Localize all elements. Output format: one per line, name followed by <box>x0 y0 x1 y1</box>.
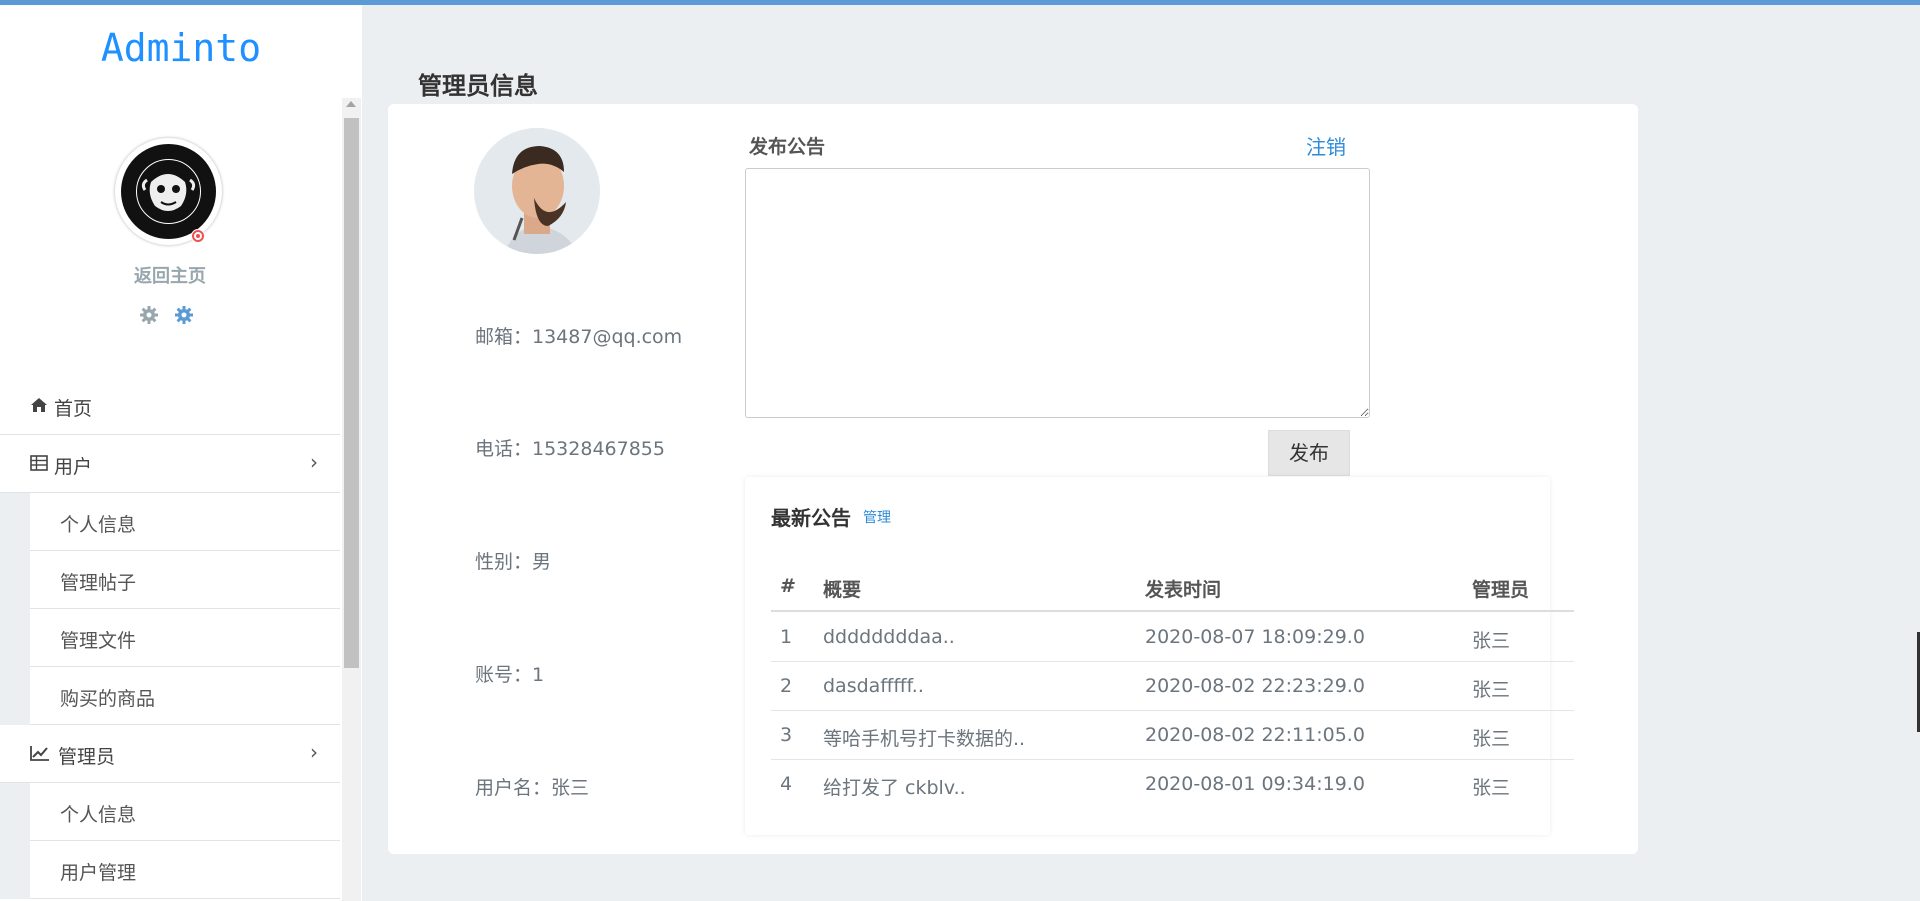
sidebar-subitem-label: 个人信息 <box>60 514 137 536</box>
row-admin: 张三 <box>1472 777 1511 799</box>
home-link[interactable]: 返回主页 <box>0 262 340 288</box>
row-admin: 张三 <box>1472 728 1511 750</box>
sidebar-item-label: 首页 <box>54 398 93 420</box>
status-icon <box>191 229 205 243</box>
row-summary: ddddddddaa.. <box>823 626 955 648</box>
sidebar-item-admin[interactable]: 管理员 › <box>0 725 340 783</box>
email-text: 邮箱：13487@qq.com <box>475 326 683 348</box>
table-row[interactable]: 3 等哈手机号打卡数据的.. 2020-08-02 22:11:05.0 张三 <box>771 710 1574 760</box>
column-header-summary: 概要 <box>823 579 862 601</box>
row-number: 2 <box>780 675 793 697</box>
column-header-time: 发表时间 <box>1145 579 1222 601</box>
gear-icon[interactable] <box>139 305 159 329</box>
table-row[interactable]: 1 ddddddddaa.. 2020-08-07 18:09:29.0 张三 <box>771 612 1574 662</box>
app-logo[interactable]: Adminto <box>0 26 362 70</box>
chevron-right-icon: › <box>310 740 318 764</box>
sidebar-item-label: 用户 <box>54 456 93 478</box>
row-summary: 给打发了 ckblv.. <box>823 777 966 799</box>
chevron-right-icon: › <box>310 450 318 474</box>
avatar-image <box>121 144 216 239</box>
sidebar-item-home[interactable]: 首页 <box>0 377 340 435</box>
page-title: 管理员信息 <box>418 72 538 100</box>
sidebar-item-users[interactable]: 用户 › <box>0 435 340 493</box>
user-avatar[interactable] <box>115 138 222 245</box>
sidebar-subitem-label: 购买的商品 <box>60 688 156 710</box>
row-time: 2020-08-07 18:09:29.0 <box>1145 626 1365 648</box>
table-row[interactable]: 4 给打发了 ckblv.. 2020-08-01 09:34:19.0 张三 <box>771 759 1574 808</box>
sidebar-subitem-label: 管理文件 <box>60 630 137 652</box>
column-header-admin: 管理员 <box>1472 579 1530 601</box>
row-number: 1 <box>780 626 793 648</box>
publish-button[interactable]: 发布 <box>1268 430 1350 476</box>
sidebar-subitem-purchased-goods[interactable]: 购买的商品 <box>0 667 340 725</box>
row-admin: 张三 <box>1472 679 1511 701</box>
account-text: 账号：1 <box>475 664 545 686</box>
sidebar-subitem-user-management[interactable]: 用户管理 <box>0 841 340 899</box>
row-time: 2020-08-02 22:23:29.0 <box>1145 675 1365 697</box>
manage-link[interactable]: 管理 <box>863 507 891 527</box>
row-time: 2020-08-01 09:34:19.0 <box>1145 773 1365 795</box>
top-accent-bar <box>0 0 1920 5</box>
sidebar-subitem-label: 个人信息 <box>60 804 137 826</box>
row-summary: 等哈手机号打卡数据的.. <box>823 728 1026 750</box>
table-icon <box>30 455 48 475</box>
announcement-title: 发布公告 <box>749 136 826 158</box>
sidebar-subitem-manage-files[interactable]: 管理文件 <box>0 609 340 667</box>
row-number: 4 <box>780 773 793 795</box>
sidebar-subitem-label: 用户管理 <box>60 862 137 884</box>
sidebar-scroll-thumb[interactable] <box>344 118 359 668</box>
scroll-up-arrow-icon[interactable] <box>346 101 356 107</box>
sidebar-subitem-user-profile[interactable]: 个人信息 <box>0 493 340 551</box>
sidebar-item-label: 管理员 <box>58 746 116 768</box>
sidebar-subitem-admin-profile[interactable]: 个人信息 <box>0 783 340 841</box>
row-summary: dasdafffff.. <box>823 675 924 697</box>
latest-announcements-title: 最新公告 <box>771 506 851 530</box>
sidebar-subitem-label: 管理帖子 <box>60 572 137 594</box>
row-admin: 张三 <box>1472 630 1511 652</box>
logout-link[interactable]: 注销 <box>1306 131 1346 160</box>
chart-line-icon <box>30 745 50 765</box>
sidebar-subitem-manage-posts[interactable]: 管理帖子 <box>0 551 340 609</box>
phone-text: 电话：15328467855 <box>475 438 665 460</box>
table-row[interactable]: 2 dasdafffff.. 2020-08-02 22:23:29.0 张三 <box>771 661 1574 711</box>
home-icon <box>30 397 48 417</box>
profile-photo <box>474 128 600 254</box>
username-text: 用户名：张三 <box>475 777 590 799</box>
settings-gear-icon[interactable] <box>174 305 194 329</box>
row-number: 3 <box>780 724 793 746</box>
announcement-textarea[interactable] <box>745 168 1370 418</box>
row-time: 2020-08-02 22:11:05.0 <box>1145 724 1365 746</box>
gender-text: 性别：男 <box>475 551 552 573</box>
column-header-number: # <box>780 575 796 597</box>
